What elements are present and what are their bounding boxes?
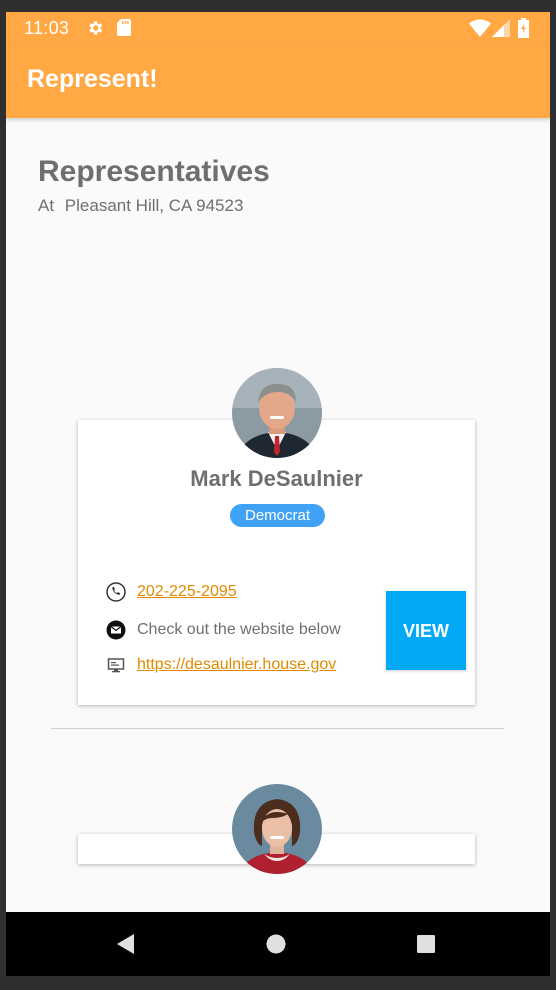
- divider: [51, 728, 504, 729]
- email-icon: [106, 620, 126, 640]
- representative-photo: [232, 368, 322, 458]
- home-icon[interactable]: [265, 933, 287, 955]
- representative-photo: [232, 784, 322, 874]
- view-button[interactable]: VIEW: [386, 591, 466, 670]
- email-text: Check out the website below: [137, 621, 341, 638]
- location-text: Pleasant Hill, CA 94523: [64, 196, 244, 215]
- app-bar: Represent!: [6, 44, 550, 118]
- phone-link[interactable]: 202-225-2095: [137, 583, 237, 601]
- party-badge: Democrat: [230, 504, 325, 527]
- avatar: [232, 368, 322, 458]
- location-line: At Pleasant Hill, CA 94523: [38, 196, 243, 216]
- recents-icon[interactable]: [416, 934, 436, 954]
- battery-icon: [518, 18, 529, 38]
- wifi-icon: [469, 19, 491, 37]
- status-time: 11:03: [24, 18, 70, 38]
- page-title: Representatives: [38, 155, 270, 188]
- status-bar: 11:03: [6, 12, 550, 44]
- navigation-bar: [6, 912, 550, 976]
- phone-icon: [106, 582, 126, 602]
- monitor-icon: [107, 658, 125, 673]
- representative-card[interactable]: Mark DeSaulnier Democrat 202-225-2095 Ch…: [78, 420, 475, 705]
- back-icon[interactable]: [114, 932, 138, 956]
- signal-icon: [492, 19, 510, 37]
- sd-card-icon: [117, 19, 131, 36]
- website-link[interactable]: https://desaulnier.house.gov: [137, 656, 336, 674]
- representative-name: Mark DeSaulnier: [190, 466, 363, 491]
- app-title: Represent!: [27, 65, 158, 93]
- location-prefix: At: [38, 196, 55, 215]
- avatar: [232, 784, 322, 874]
- gear-icon: [89, 21, 103, 35]
- device-screen: 11:03 Represent! Representatives At Plea…: [6, 12, 550, 976]
